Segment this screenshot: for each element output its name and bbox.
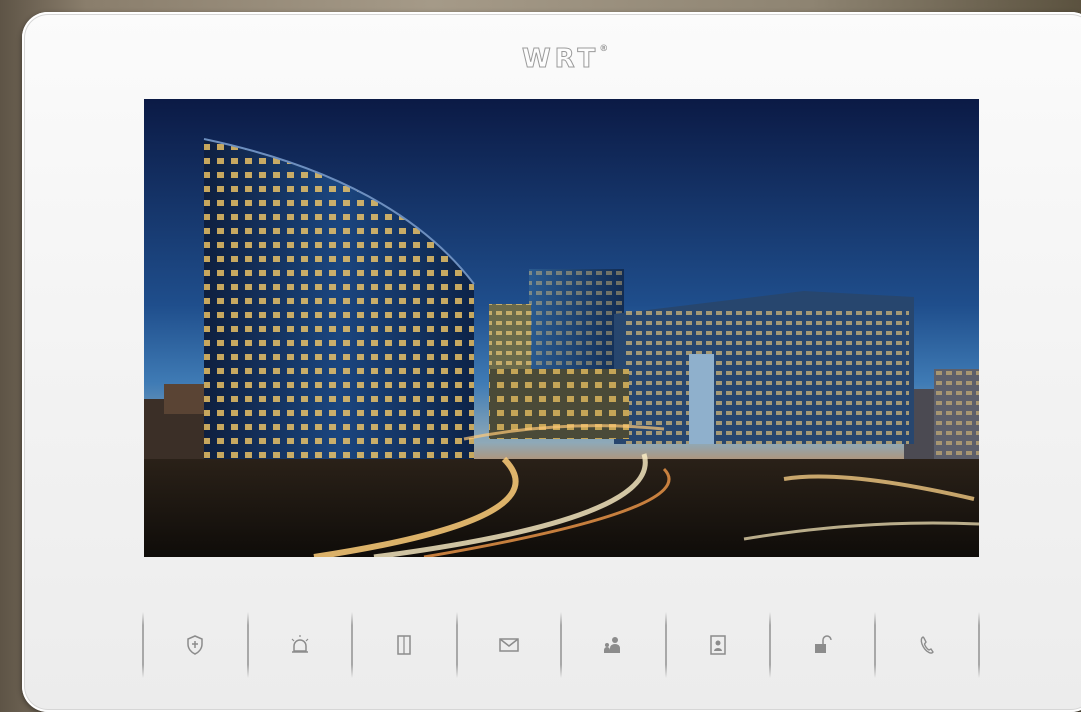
unlock-button[interactable] — [771, 612, 874, 678]
alarm-bell-icon — [291, 635, 309, 653]
unlock-icon — [815, 635, 832, 653]
envelope-icon — [499, 638, 519, 652]
phone-icon — [920, 636, 934, 654]
intercom-monitor: WRT® — [22, 12, 1081, 712]
brand-logo: WRT® — [521, 44, 609, 75]
contact-card-icon — [710, 635, 726, 655]
door-icon — [397, 635, 411, 655]
intercom-people-icon — [604, 637, 621, 653]
shield-icon — [187, 635, 203, 655]
divider — [978, 612, 980, 678]
door-button[interactable] — [353, 612, 456, 678]
city-night-wallpaper — [144, 99, 979, 557]
intercom-button[interactable] — [562, 612, 665, 678]
security-button[interactable] — [144, 612, 247, 678]
message-button[interactable] — [458, 612, 561, 678]
display-screen[interactable] — [144, 99, 979, 557]
alarm-button[interactable] — [249, 612, 352, 678]
function-button-bar — [142, 612, 980, 678]
call-button[interactable] — [876, 612, 979, 678]
contacts-button[interactable] — [667, 612, 770, 678]
